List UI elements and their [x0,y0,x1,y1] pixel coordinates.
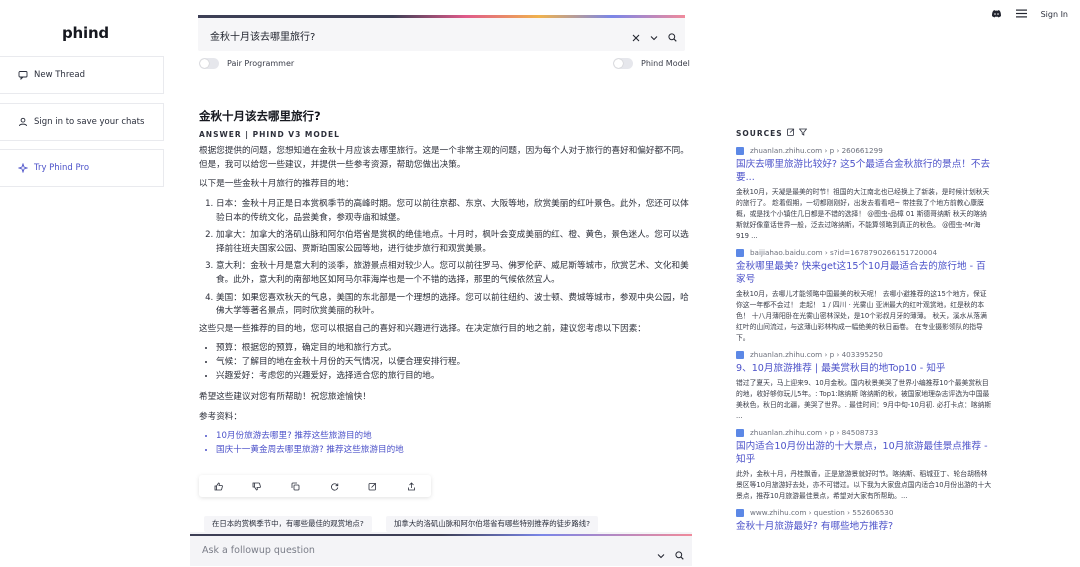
favicon-icon [736,248,744,257]
refs-label: 参考资料： [199,411,242,422]
source-title[interactable]: 金秋哪里最美? 快来get这15个10月最适合去的旅行地 - 百家号 [736,260,992,286]
sources-panel: SOURCES zhuanlan.zhihu.com › p › 2606612… [736,128,992,539]
source-snippet: 金秋10月，去哪儿才能领略中国最美的秋天呢！ 去哪小避推荐的这15个地方，保证你… [736,290,987,342]
favicon-icon [736,350,744,359]
thumbs-down-icon[interactable] [250,479,264,493]
followup-bar: Ask a followup question [190,532,692,566]
list-item: 兴趣爱好：考虑您的兴趣爱好，选择适合您的旅行目的地。 [216,370,689,384]
factors-intro: 这些只是一些推荐的目的地，您可以根据自己的喜好和兴趣进行选择。在决定旅行目的地之… [199,323,646,334]
sources-header: SOURCES [736,128,992,138]
sources-label: SOURCES [736,128,783,138]
try-phind-pro-button[interactable]: Try Phind Pro [0,149,164,187]
source-snippet: 金秋10月，天凝是最美的时节！祖国的大江南北也已经换上了新装，是时候计划秋天的旅… [736,188,990,240]
favicon-icon [736,428,744,437]
source-title[interactable]: 9、10月旅游推荐 | 最美赏秋目的地Top10 - 知乎 [736,362,992,375]
refs-list: 10月份旅游去哪里? 推荐这些旅游目的地 国庆十一黄金周去哪里旅游? 推荐这些旅… [199,430,689,457]
sparkle-icon [18,163,28,173]
followup-accent-line [190,534,692,536]
list-item: 日本：金秋十月正是日本赏枫季节的高峰时期。您可以前往京都、东京、大阪等地，欣赏美… [216,198,689,225]
thumbs-up-icon[interactable] [211,479,225,493]
phind-logo[interactable]: phind [62,24,109,42]
menu-icon[interactable] [1015,9,1027,20]
source-snippet: 此外，金秋十月，丹桂飘香，正是旅游景就好时节。喀纳斯、稻城亚丁、轮台胡杨林景区等… [736,470,992,500]
source-item[interactable]: zhuanlan.zhihu.com › p › 84508733 国内适合10… [736,428,992,502]
source-url: www.zhihu.com › question › 552606530 [750,508,894,517]
list-item: 加拿大：加拿大的洛矶山脉和阿尔伯塔省是赏枫的绝佳地点。十月时，枫叶会变成美丽的红… [216,229,689,256]
edit-icon[interactable] [786,128,795,138]
clear-icon[interactable] [632,27,640,46]
source-title[interactable]: 国内适合10月份出游的十大景点，10月旅游最佳景点推荐 - 知乎 [736,440,992,466]
favicon-icon [736,508,744,517]
answer-actions [199,475,431,497]
search-actions [632,27,677,46]
discord-icon[interactable] [991,9,1002,20]
source-item[interactable]: baijiahao.baidu.com › s?id=1678790266151… [736,248,992,344]
toggle-switch[interactable] [613,58,633,69]
search-icon[interactable] [675,545,684,564]
top-right-bar: Sign In [991,9,1068,20]
chevron-down-icon[interactable] [650,27,658,46]
destination-list: 日本：金秋十月正是日本赏枫季节的高峰时期。您可以前往京都、东京、大阪等地，欣赏美… [199,198,689,319]
toggle-switch[interactable] [199,58,219,69]
phind-model-label: Phind Model [641,59,690,68]
chevron-down-icon[interactable] [657,545,665,564]
source-snippet: 错过了夏天，马上迎来9、10月金秋。国内秋景美哭了世界小编推荐10个最美赏秋目的… [736,379,992,420]
copy-icon[interactable] [289,479,303,493]
favicon-icon [736,146,744,155]
suggestion-chip[interactable]: 在日本的赏枫季节中，有哪些最佳的观赏地点? [204,516,372,532]
question-title: 金秋十月该去哪里旅行? [199,109,321,123]
source-url: zhuanlan.zhihu.com › p › 84508733 [750,428,879,437]
answer-panel: 金秋十月该去哪里旅行? ANSWER | PHIND V3 MODEL 根据您提… [199,109,689,465]
sign-in-save-button[interactable]: Sign in to save your chats [0,103,164,141]
answer-label: ANSWER | PHIND V3 MODEL [199,129,340,139]
new-thread-label: New Thread [34,70,85,80]
ref-link[interactable]: 国庆十一黄金周去哪里旅游? 推荐这些旅游目的地 [216,444,689,458]
followup-input[interactable]: Ask a followup question [202,545,315,556]
followup-actions [657,545,684,564]
suggestion-chip[interactable]: 加拿大的洛矶山脉和阿尔伯塔省有哪些特别推荐的徒步路线? [386,516,599,532]
source-item[interactable]: zhuanlan.zhihu.com › p › 260661299 国庆去哪里… [736,146,992,242]
source-item[interactable]: zhuanlan.zhihu.com › p › 403395250 9、10月… [736,350,992,422]
pair-programmer-label: Pair Programmer [227,59,295,68]
share-icon[interactable] [405,479,419,493]
source-title[interactable]: 金秋十月旅游最好? 有哪些地方推荐? [736,520,992,533]
list-intro: 以下是一些金秋十月旅行的推荐目的地： [199,179,354,190]
list-item: 气候：了解目的地在金秋十月份的天气情况，以便合理安排行程。 [216,356,689,370]
user-icon [18,117,28,127]
source-item[interactable]: www.zhihu.com › question › 552606530 金秋十… [736,508,992,533]
search-input[interactable]: 金秋十月该去哪里旅行? [210,28,315,43]
filter-icon[interactable] [798,128,808,138]
source-title[interactable]: 国庆去哪里旅游比较好? 这5个最适合金秋旅行的景点！不去要... [736,158,992,184]
pair-programmer-toggle[interactable]: Pair Programmer [199,58,294,69]
source-url: zhuanlan.zhihu.com › p › 403395250 [750,350,883,359]
chat-icon [18,70,28,80]
answer-intro: 根据您提供的问题，您想知道在金秋十月应该去哪里旅行。这是一个非常主观的问题，因为… [199,146,689,170]
edit-icon[interactable] [366,479,380,493]
source-url: zhuanlan.zhihu.com › p › 260661299 [750,146,883,155]
list-item: 预算：根据您的预算，确定目的地和旅行方式。 [216,342,689,356]
source-url: baijiahao.baidu.com › s?id=1678790266151… [750,248,938,257]
list-item: 美国：如果您喜欢秋天的气息，美国的东北部是一个理想的选择。您可以前往纽约、波士顿… [216,292,689,319]
new-thread-button[interactable]: New Thread [0,56,164,94]
closing-text: 希望这些建议对您有所帮助！祝您旅途愉快！ [199,392,371,403]
sign-in-save-label: Sign in to save your chats [34,117,145,127]
factors-list: 预算：根据您的预算，确定目的地和旅行方式。 气候：了解目的地在金秋十月份的天气情… [199,342,689,383]
search-icon[interactable] [668,27,677,46]
try-phind-pro-label: Try Phind Pro [34,163,90,173]
search-accent-line [198,15,685,18]
sign-in-link[interactable]: Sign In [1041,10,1068,19]
ref-link[interactable]: 10月份旅游去哪里? 推荐这些旅游目的地 [216,430,689,444]
regenerate-icon[interactable] [327,479,341,493]
phind-model-toggle[interactable]: Phind Model [613,58,690,69]
list-item: 意大利：金秋十月是意大利的淡季，旅游景点相对较少人。您可以前往罗马、佛罗伦萨、威… [216,260,689,287]
search-bar[interactable]: 金秋十月该去哪里旅行? [198,15,685,51]
